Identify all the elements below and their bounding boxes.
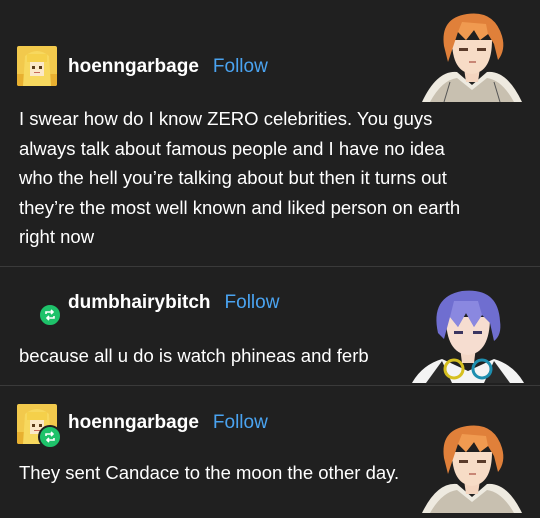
orange-haired-character [422,10,522,107]
username[interactable]: dumbhairybitch [68,292,211,314]
post-1: hoenngarbage Follow I swear how do I kno… [0,0,540,266]
post-text-line: because all u do is watch phineas and fe… [19,345,369,366]
post-2-header: dumbhairybitch Follow [68,292,279,314]
post-text-line: always talk about famous people and I ha… [19,137,445,159]
username[interactable]: hoenngarbage [68,412,199,434]
post-3-header: hoenngarbage Follow [68,412,268,434]
post-text-line: they’re the most well known and liked pe… [19,196,461,218]
post-3-body: They sent Candace to the moon the other … [19,458,439,488]
post-2-body: because all u do is watch phineas and fe… [19,341,419,371]
post-text-line: I swear how do I know ZERO celebrities. … [19,108,433,129]
post-text-line: who the hell you’re talking about but th… [19,167,447,188]
reblog-icon [38,303,62,327]
post-1-header: hoenngarbage Follow [68,56,268,78]
username[interactable]: hoenngarbage [68,56,199,78]
follow-button[interactable]: Follow [213,56,268,78]
reblog-icon [38,425,62,449]
follow-button[interactable]: Follow [225,292,280,314]
follow-button[interactable]: Follow [213,412,268,434]
post-1-body: I swear how do I know ZERO celebrities. … [19,104,524,252]
post-text-line: They sent Candace to the moon the other … [19,462,400,483]
post-text-line: right now [19,226,95,247]
blonde-girl-avatar[interactable] [17,46,57,86]
post-3: hoenngarbage Follow They sent Candace to… [0,386,540,513]
purple-haired-character [412,287,524,388]
post-2: dumbhairybitch Follow because all u do i… [0,267,540,384]
